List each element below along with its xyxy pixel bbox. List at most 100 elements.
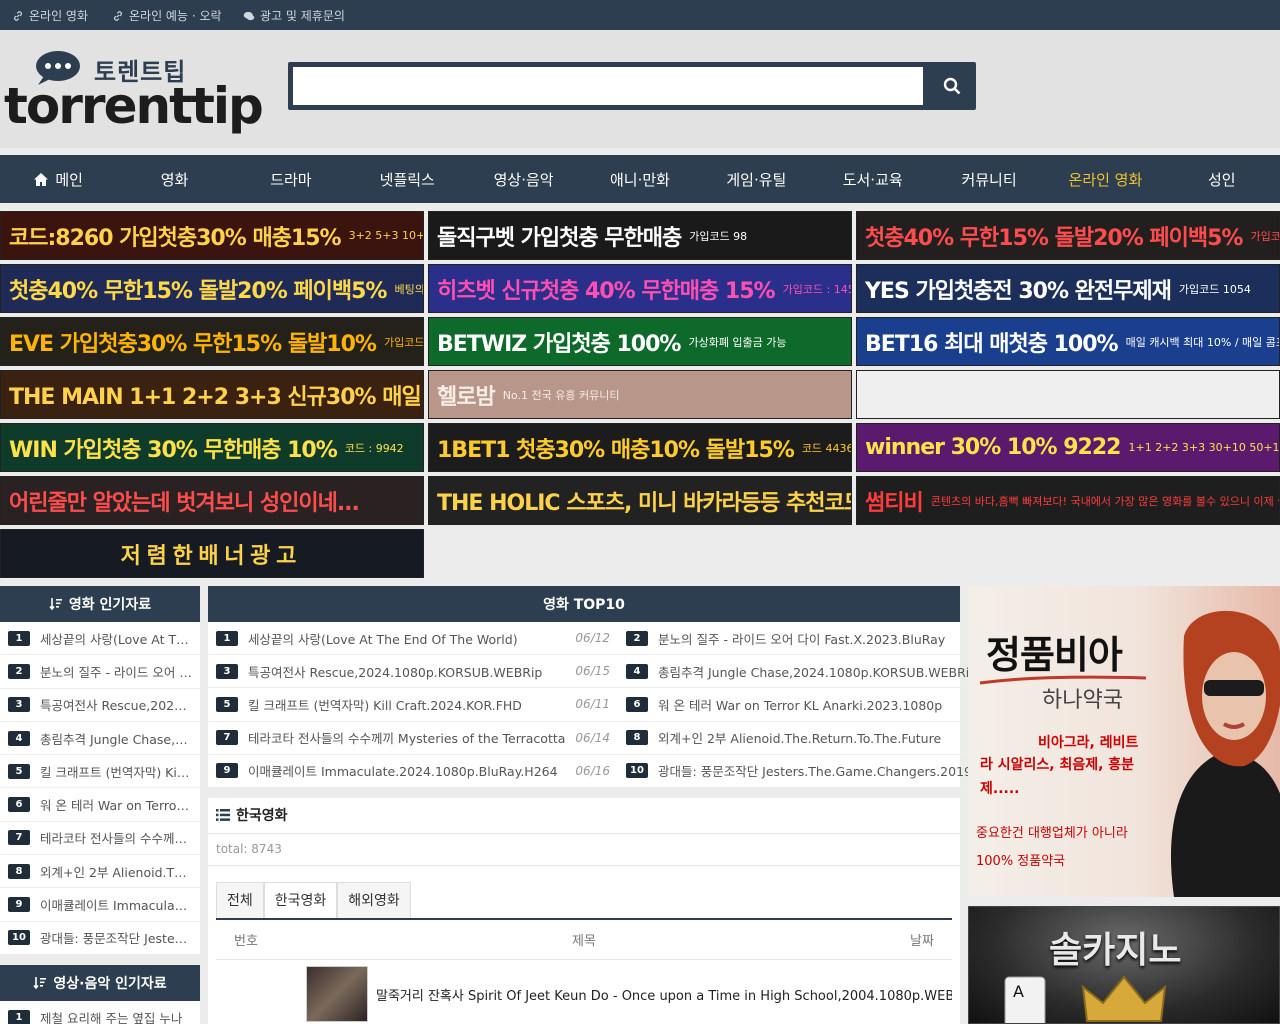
logo-english-text: torrenttip: [4, 77, 264, 135]
nav-item-video-music[interactable]: 영상·음악: [465, 155, 581, 203]
ad-banner[interactable]: 어린줄만 알았는데 벗겨보니 성인이네...: [0, 476, 424, 525]
topbar-link-online-movie[interactable]: 온라인 영화: [12, 7, 88, 24]
nav-item-anime-comic[interactable]: 애니·만화: [582, 155, 698, 203]
search-button[interactable]: [928, 62, 976, 110]
rank-number: 10: [8, 930, 30, 946]
movie-thumbnail[interactable]: [306, 966, 368, 1023]
list-item-title: 킬 크래프트 (번역자막) Kill Craft.2024: [40, 764, 192, 780]
ad-banner[interactable]: 첫충40% 무한15% 돌발20% 페이백5% 가입코드 9874 차무식: [856, 211, 1280, 260]
list-item[interactable]: 9 이매큘레이트 Immaculate.2024.1080p: [0, 888, 200, 922]
ad-banner[interactable]: 첫충40% 무한15% 돌발20% 페이백5% 베팅의신 가입코드 9874: [0, 264, 424, 313]
banner-headline: 헬로밤: [437, 384, 496, 410]
nav-item-label: 성인: [1207, 170, 1236, 189]
ad-banner[interactable]: 1BET1 첫충30% 매충10% 돌발15% 코드 4436: [428, 423, 852, 472]
nav-item-main[interactable]: 메인: [0, 155, 116, 203]
top10-item[interactable]: 5 킬 크래프트 (번역자막) Kill Craft.2024.KOR.FHD 06…: [208, 688, 619, 722]
rank-number: 1: [216, 630, 238, 646]
banner-headline: WIN 가입첫충 30% 무한매충 10%: [9, 437, 338, 463]
list-item[interactable]: 4 총림추격 Jungle Chase,2024.1080p: [0, 722, 200, 756]
list-item[interactable]: 3 특공여전사 Rescue,2024.1080p.KORSUB: [0, 689, 200, 722]
ad-banner[interactable]: THE MAIN 1+1 2+2 3+3 신규30% 매일10%가입코드 : 1…: [0, 370, 424, 419]
top10-item[interactable]: 3 특공여전사 Rescue,2024.1080p.KORSUB.WEBRip 06…: [208, 655, 619, 689]
right-ad-casino[interactable]: 솔카지노 A: [968, 906, 1280, 1024]
top10-item-title: 외계+인 2부 Alienoid.The.Return.To.The.Futur…: [658, 731, 942, 747]
list-item[interactable]: 1 세상끝의 사랑(Love At The End Of The World): [0, 622, 200, 656]
search-input[interactable]: [293, 67, 923, 105]
top10-item[interactable]: 7 테라코타 전사들의 수수께끼 Mysteries of the Terraco…: [208, 722, 619, 755]
nav-item-label: 메인: [55, 170, 83, 189]
column-date: 날짜: [910, 933, 934, 949]
movie-title-link[interactable]: 말죽거리 잔혹사 Spirit Of Jeet Keun Do - Once u…: [376, 985, 952, 1004]
topbar-link-online-variety[interactable]: 온라인 예능 · 오락: [112, 7, 222, 24]
nav-item-book-edu[interactable]: 도서·교육: [815, 155, 931, 203]
banner-grid: 코드:8260 가입첫충30% 매충15% 3+2 5+3 10+5 20+7 3…: [0, 211, 1280, 578]
top10-item-title: 이매큘레이트 Immaculate.2024.1080p.BluRay.H264: [248, 764, 558, 780]
top10-item[interactable]: 1 세상끝의 사랑(Love At The End Of The World) 06…: [208, 622, 619, 656]
nav-item-drama[interactable]: 드라마: [233, 155, 349, 203]
banner-headline: EVE 가입첫충30% 무한15% 돌발10%: [9, 331, 377, 357]
left-popular-panel: 영화 인기자료 1 세상끝의 사랑(Love At The End Of The …: [0, 586, 200, 1024]
top10-item-date: 06/16: [575, 763, 611, 778]
popular-list-video-music: 1 제철 요리해 주는 옆집 누나: [0, 1000, 200, 1024]
tab-all[interactable]: 전체: [216, 881, 264, 918]
top10-item-title: 분노의 질주 - 라이드 오어 다이 Fast.X.2023.BluRay: [658, 631, 946, 647]
tab-korean[interactable]: 한국영화: [263, 881, 338, 918]
ad-banner[interactable]: 돌직구벳 가입첫충 무한매충 가입코드 98: [428, 211, 852, 260]
banner-headline: 저 렴 한 배 너 광 고: [120, 543, 297, 569]
ad-banner[interactable]: 코드:8260 가입첫충30% 매충15% 3+2 5+3 10+5 20+7 3…: [0, 211, 424, 260]
nav-item-label: 넷플릭스: [379, 170, 435, 189]
topbar-link-ad-inquiry[interactable]: 광고 및 제휴문의: [243, 7, 345, 24]
banner-subtext: 코드 : 9942: [344, 441, 404, 455]
top10-item[interactable]: 9 이매큘레이트 Immaculate.2024.1080p.BluRay.H26…: [208, 755, 619, 788]
ad-banner[interactable]: WIN 가입첫충 30% 무한매충 10% 코드 : 9942: [0, 423, 424, 472]
ad-banner[interactable]: BETWIZ 가입첫충 100% 가상화폐 입출금 가능: [428, 317, 852, 366]
right-ad-pharmacy[interactable]: 정품비아 하나약국 비아그라, 레비트 라 시알리스, 최음제, 흥분 제...…: [968, 586, 1280, 897]
banner-subtext: 가입코드 1054: [1178, 282, 1251, 296]
list-item[interactable]: 6 워 온 테러 War on Terror KL Anarki: [0, 788, 200, 822]
nav-item-online-movie[interactable]: 온라인 영화: [1047, 155, 1163, 203]
list-item[interactable]: 10 광대들: 풍문조작단 Jesters.The.Game.Changers: [0, 922, 200, 955]
nav-item-netflix[interactable]: 넷플릭스: [349, 155, 465, 203]
ad-banner[interactable]: 썸티비 콘텐츠의 바다,흠뻑 빠져보다! 국내에서 가장 많은 영화를 볼수 있으…: [856, 476, 1280, 525]
category-tabs: 전체 한국영화 해외영화: [216, 881, 952, 920]
ad-banner[interactable]: 히츠벳 신규첫충 40% 무한매충 15% 가입코드 : 1451: [428, 264, 852, 313]
nav-item-game-util[interactable]: 게임·유틸: [698, 155, 814, 203]
rank-number: 5: [8, 763, 30, 779]
ad-brand: 정품비아: [986, 633, 1123, 677]
rank-number: 8: [626, 730, 649, 746]
nav-item-movie[interactable]: 영화: [116, 155, 232, 203]
banner-subtext: 베팅의신 가입코드 9874: [394, 282, 424, 296]
ad-banner[interactable]: EVE 가입첫충30% 무한15% 돌발10% 가입코드 1044: [0, 317, 424, 366]
banner-headline: THE HOLIC 스포츠, 미니 바카라등등 추천코드 7079: [437, 490, 851, 516]
nav-item-adult[interactable]: 성인: [1164, 155, 1280, 203]
rank-number: 8: [8, 863, 30, 879]
nav-item-community[interactable]: 커뮤니티: [931, 155, 1047, 203]
list-item[interactable]: 8 외계+인 2부 Alienoid.The.Return.To.The.Futu…: [0, 855, 200, 889]
topbar-link-label: 온라인 영화: [29, 9, 89, 23]
nav-item-label: 온라인 영화: [1068, 170, 1143, 189]
list-item[interactable]: 5 킬 크래프트 (번역자막) Kill Craft.2024: [0, 755, 200, 789]
banner-subtext: 1+1 2+2 3+3 30+10 50+15 100+30 200+60: [1128, 441, 1280, 454]
list-item[interactable]: 2 분노의 질주 - 라이드 오어 다이 Fast.X.2023: [0, 655, 200, 689]
sort-icon: [33, 976, 47, 990]
ad-banner[interactable]: THE HOLIC 스포츠, 미니 바카라등등 추천코드 7079이벤트 만땅!…: [428, 476, 852, 525]
ad-banner[interactable]: [856, 370, 1280, 419]
ad-banner[interactable]: 헬로밤 No.1 전국 유흥 커뮤니티: [428, 370, 852, 419]
korean-movie-section: 한국영화 total: 8743 전체 한국영화 해외영화 번호 제목 날짜 말죽거…: [208, 797, 960, 1024]
list-item[interactable]: 1 제철 요리해 주는 옆집 누나: [0, 1001, 200, 1024]
list-item-title: 외계+인 2부 Alienoid.The.Return.To.The.Futur…: [40, 864, 192, 880]
ad-subtitle: 하나약국: [1042, 688, 1123, 713]
tab-foreign[interactable]: 해외영화: [337, 881, 411, 918]
link-icon: [114, 10, 122, 21]
ad-banner[interactable]: 저 렴 한 배 너 광 고: [0, 529, 424, 578]
ad-banner[interactable]: YES 가입첫충전 30% 완전무제재 가입코드 1054: [856, 264, 1280, 313]
ad-banner[interactable]: BET16 최대 매첫충 100% 매일 캐시백 최대 10% / 매일 콤프 1…: [856, 317, 1280, 366]
crown-icon: [1081, 975, 1167, 1022]
search-icon: [943, 77, 961, 95]
ad-banner[interactable]: winner 30% 10% 9222 1+1 2+2 3+3 30+10 50+…: [856, 423, 1280, 472]
list-item[interactable]: 7 테라코타 전사들의 수수께끼 Mysteries of the Terraco…: [0, 822, 200, 856]
table-row[interactable]: 말죽거리 잔혹사 Spirit Of Jeet Keun Do - Once u…: [216, 960, 952, 1024]
list-item-title: 워 온 테러 War on Terror KL Anarki: [40, 798, 192, 814]
site-logo[interactable]: 토렌트팁 torrenttip: [4, 50, 264, 140]
playing-card-icon: A: [1004, 976, 1046, 1023]
